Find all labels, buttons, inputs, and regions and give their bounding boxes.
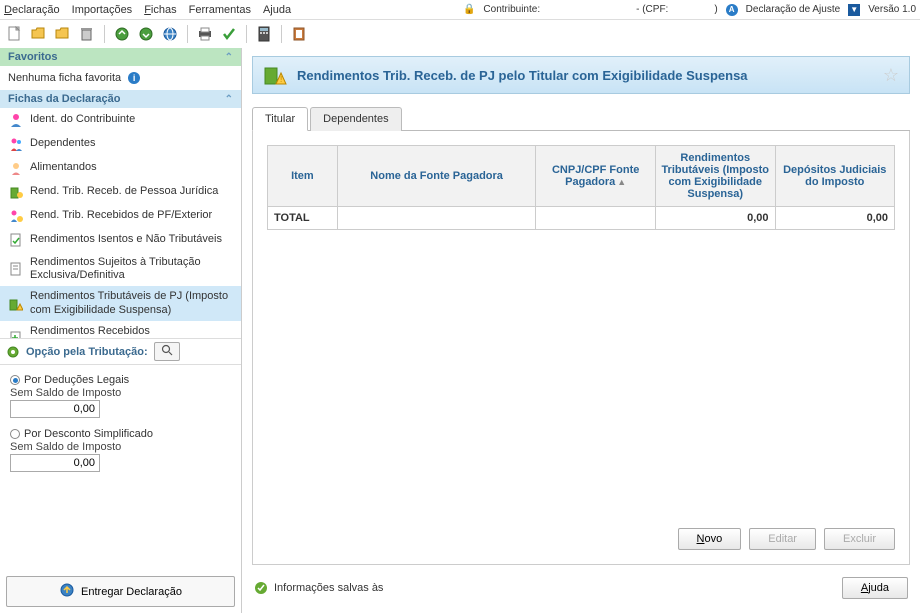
fichas-list: Ident. do Contribuinte Dependentes Alime…	[0, 108, 241, 338]
building-warn-icon	[8, 296, 24, 312]
calculator-icon[interactable]	[255, 25, 273, 43]
col-item[interactable]: Item	[268, 146, 338, 207]
editar-button[interactable]: Editar	[749, 528, 816, 550]
lock-icon: 🔒	[463, 4, 475, 15]
search-button[interactable]	[154, 342, 180, 361]
content-header: ! Rendimentos Trib. Receb. de PJ pelo Ti…	[252, 56, 910, 94]
cpf-label: - (CPF:	[636, 4, 668, 15]
cpf-close: )	[714, 4, 717, 15]
ajuda-button[interactable]: Ajuda	[842, 577, 908, 599]
entregar-button[interactable]: Entregar Declaração	[6, 576, 235, 607]
doc-icon	[8, 261, 24, 277]
saldo-input-1[interactable]	[10, 400, 100, 418]
menu-fichas[interactable]: Fichas	[144, 4, 176, 16]
contribuinte-label: Contribuinte:	[483, 4, 540, 15]
menubar: Declaração Importações Fichas Ferramenta…	[0, 0, 920, 20]
menu-importacoes[interactable]: Importações	[72, 4, 133, 16]
sidebar: Favoritos ⌃ Nenhuma ficha favorita i Fic…	[0, 48, 242, 613]
fichas-header[interactable]: Fichas da Declaração ⌃	[0, 90, 241, 108]
saldo-label-1: Sem Saldo de Imposto	[10, 387, 231, 399]
print-icon[interactable]	[196, 25, 214, 43]
saldo-label-2: Sem Saldo de Imposto	[10, 441, 231, 453]
content-building-icon: !	[263, 63, 287, 87]
trash-icon[interactable]	[78, 25, 96, 43]
menu-declaracao[interactable]: Declaração	[4, 4, 60, 16]
novo-button[interactable]: Novo	[678, 528, 742, 550]
tabs: Titular Dependentes	[252, 106, 910, 131]
ficha-rend-acumulada[interactable]: Rendimentos Recebidos Acumuladamente	[0, 321, 241, 338]
radio-desconto[interactable]: Por Desconto Simplificado	[10, 428, 231, 440]
total-rendimentos: 0,00	[655, 207, 775, 230]
info-icon[interactable]: i	[128, 72, 140, 84]
star-icon[interactable]: ☆	[883, 65, 899, 86]
person-money-icon	[8, 208, 24, 224]
import1-icon[interactable]	[113, 25, 131, 43]
col-cnpj[interactable]: CNPJ/CPF Fonte Pagadora▲	[536, 146, 656, 207]
total-row: TOTAL 0,00 0,00	[268, 207, 895, 230]
open-icon[interactable]	[30, 25, 48, 43]
table-area: Item Nome da Fonte Pagadora CNPJ/CPF Fon…	[252, 131, 910, 565]
ficha-rend-pj[interactable]: Rend. Trib. Receb. de Pessoa Jurídica	[0, 180, 241, 204]
table-actions: Novo Editar Excluir	[267, 518, 895, 550]
radio-unchecked-icon	[10, 429, 20, 439]
data-table: Item Nome da Fonte Pagadora CNPJ/CPF Fon…	[267, 145, 895, 230]
collapse-icon[interactable]: ⌃	[225, 94, 233, 105]
globe-icon[interactable]	[161, 25, 179, 43]
folder-icon[interactable]	[54, 25, 72, 43]
content-title: Rendimentos Trib. Receb. de PJ pelo Titu…	[297, 68, 873, 83]
person-icon	[8, 112, 24, 128]
ficha-ident-contribuinte[interactable]: Ident. do Contribuinte	[0, 108, 241, 132]
content: ! Rendimentos Trib. Receb. de PJ pelo Ti…	[242, 48, 920, 613]
status-text: Informações salvas às	[274, 582, 836, 594]
check-icon[interactable]	[220, 25, 238, 43]
new-icon[interactable]	[6, 25, 24, 43]
favoritos-body: Nenhuma ficha favorita i	[0, 66, 241, 90]
version-icon: ▼	[848, 4, 860, 16]
excluir-button[interactable]: Excluir	[824, 528, 895, 550]
ficha-rend-exclusiva[interactable]: Rendimentos Sujeitos à Tributação Exclus…	[0, 252, 241, 286]
building-icon	[8, 184, 24, 200]
opcao-body: Por Deduções Legais Sem Saldo de Imposto…	[0, 365, 241, 478]
svg-text:!: !	[280, 75, 282, 84]
collapse-icon[interactable]: ⌃	[225, 52, 233, 63]
sort-asc-icon: ▲	[617, 177, 626, 187]
col-depositos[interactable]: Depósitos Judiciais do Imposto	[775, 146, 894, 207]
total-depositos: 0,00	[775, 207, 894, 230]
saldo-input-2[interactable]	[10, 454, 100, 472]
menu-ferramentas[interactable]: Ferramentas	[189, 4, 251, 16]
ficha-rend-pf[interactable]: Rend. Trib. Recebidos de PF/Exterior	[0, 204, 241, 228]
status-bar: Informações salvas às Ajuda	[252, 571, 910, 605]
badge-a-icon: A	[726, 4, 738, 16]
ficha-rend-isentos[interactable]: Rendimentos Isentos e Não Tributáveis	[0, 228, 241, 252]
total-label: TOTAL	[268, 207, 338, 230]
opcao-header: Opção pela Tributação:	[0, 338, 241, 365]
radio-checked-icon	[10, 375, 20, 385]
toolbar	[0, 20, 920, 48]
tab-titular[interactable]: Titular	[252, 107, 308, 131]
globe-send-icon	[59, 582, 75, 601]
child-icon	[8, 160, 24, 176]
col-nome[interactable]: Nome da Fonte Pagadora	[337, 146, 536, 207]
ficha-alimentandos[interactable]: Alimentandos	[0, 156, 241, 180]
radio-deducoes[interactable]: Por Deduções Legais	[10, 374, 231, 386]
declaracao-tipo: Declaração de Ajuste	[746, 4, 841, 15]
tab-dependentes[interactable]: Dependentes	[310, 107, 401, 131]
ficha-rend-exig-suspensa[interactable]: Rendimentos Tributáveis de PJ (Imposto c…	[0, 286, 241, 320]
doc-check-icon	[8, 232, 24, 248]
col-rendimentos[interactable]: Rendimentos Tributáveis (Imposto com Exi…	[655, 146, 775, 207]
doc-plus-icon	[8, 330, 24, 338]
favoritos-header[interactable]: Favoritos ⌃	[0, 48, 241, 66]
ficha-dependentes[interactable]: Dependentes	[0, 132, 241, 156]
import2-icon[interactable]	[137, 25, 155, 43]
clipboard-icon[interactable]	[290, 25, 308, 43]
gear-icon	[6, 345, 20, 359]
save-icon	[254, 581, 268, 595]
menu-ajuda[interactable]: Ajuda	[263, 4, 291, 16]
people-icon	[8, 136, 24, 152]
versao-label: Versão 1.0	[868, 4, 916, 15]
